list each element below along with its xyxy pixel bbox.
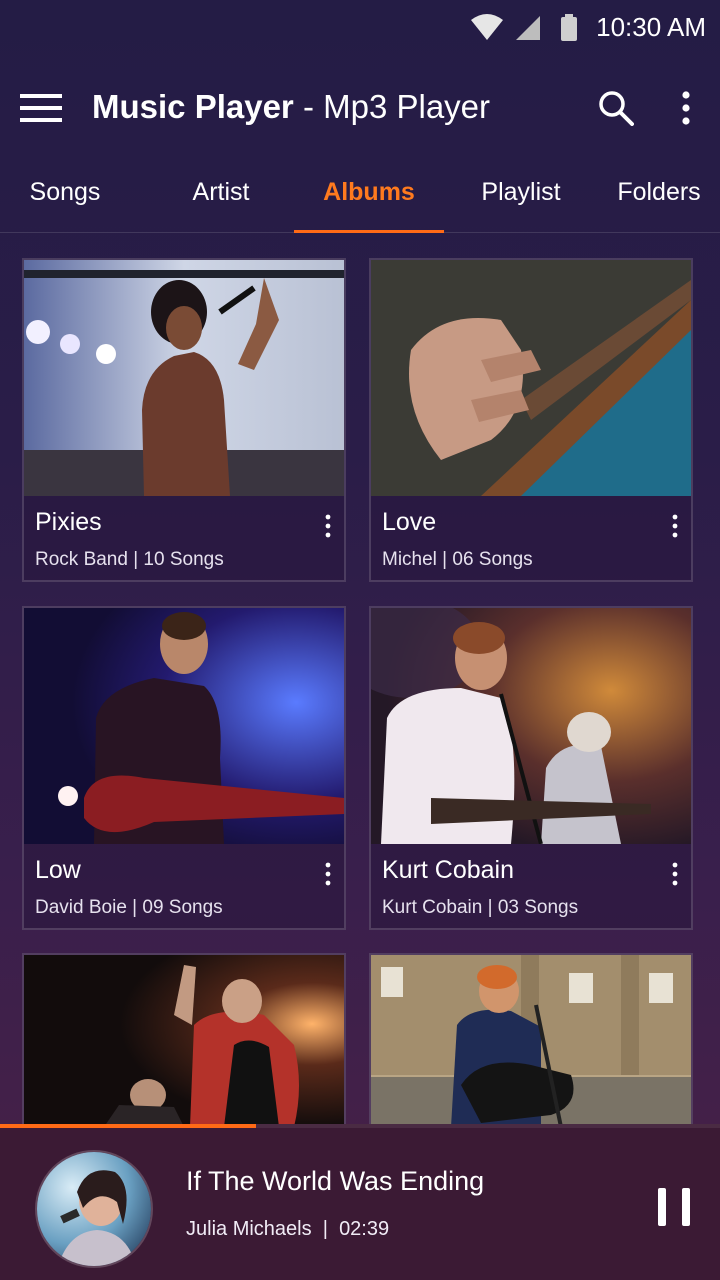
pause-icon: [658, 1188, 666, 1226]
album-card-5[interactable]: [22, 953, 346, 1127]
now-playing-separator: |: [322, 1218, 328, 1240]
now-playing-title: If The World Was Ending: [186, 1166, 485, 1196]
album-more-icon[interactable]: [671, 514, 679, 538]
album-cover-image: [371, 260, 691, 496]
album-subtitle: David Boie | 09 Songs: [35, 897, 223, 918]
album-card-pixies[interactable]: Pixies Rock Band | 10 Songs: [22, 258, 346, 582]
signal-icon: [516, 16, 540, 40]
album-subtitle: Michel | 06 Songs: [382, 549, 533, 570]
album-card-low[interactable]: Low David Boie | 09 Songs: [22, 606, 346, 930]
status-time: 10:30 AM: [596, 12, 706, 42]
pause-button[interactable]: [656, 1188, 692, 1226]
app-title: Music Player - Mp3 Player: [92, 88, 490, 126]
now-playing-meta: Julia Michaels | 02:39: [186, 1218, 389, 1241]
album-card-love[interactable]: Love Michel | 06 Songs: [369, 258, 693, 582]
tab-bar: Songs Artist Albums Playlist Folders: [0, 160, 720, 233]
battery-icon: [561, 14, 577, 41]
album-subtitle: Kurt Cobain | 03 Songs: [382, 897, 579, 918]
album-title: Kurt Cobain: [382, 856, 515, 884]
album-more-icon[interactable]: [671, 862, 679, 886]
now-playing-artist: Julia Michaels: [186, 1218, 312, 1240]
album-title: Pixies: [35, 508, 102, 536]
app-title-rest: - Mp3 Player: [293, 88, 491, 125]
album-title: Low: [35, 856, 81, 884]
album-subtitle: Rock Band | 10 Songs: [35, 549, 224, 570]
tab-artist[interactable]: Artist: [150, 160, 292, 230]
mini-player[interactable]: If The World Was Ending Julia Michaels |…: [0, 1124, 720, 1280]
album-title: Love: [382, 508, 437, 536]
app-title-bold: Music Player: [92, 88, 294, 125]
app-bar: Music Player - Mp3 Player: [0, 60, 720, 156]
album-more-icon[interactable]: [324, 862, 332, 886]
tab-playlist[interactable]: Playlist: [446, 160, 596, 230]
album-cover-image: [24, 260, 344, 496]
playback-progress-bar[interactable]: [0, 1124, 720, 1128]
album-cover-image: [24, 955, 344, 1127]
album-card-6[interactable]: [369, 953, 693, 1127]
tab-songs[interactable]: Songs: [0, 160, 130, 230]
album-cover-image: [24, 608, 344, 844]
search-icon[interactable]: [598, 90, 634, 126]
now-playing-artwork: [35, 1150, 153, 1268]
hamburger-menu-icon[interactable]: [20, 92, 62, 124]
wifi-icon: [471, 14, 503, 40]
tab-folders[interactable]: Folders: [600, 160, 718, 230]
album-card-kurt-cobain[interactable]: Kurt Cobain Kurt Cobain | 03 Songs: [369, 606, 693, 930]
more-options-icon[interactable]: [672, 90, 700, 126]
tab-albums[interactable]: Albums: [294, 160, 444, 233]
album-cover-image: [371, 955, 691, 1127]
album-cover-image: [371, 608, 691, 844]
status-bar: 10:30 AM: [0, 0, 720, 56]
album-more-icon[interactable]: [324, 514, 332, 538]
now-playing-time: 02:39: [339, 1218, 390, 1240]
playback-progress-fill: [0, 1124, 256, 1128]
